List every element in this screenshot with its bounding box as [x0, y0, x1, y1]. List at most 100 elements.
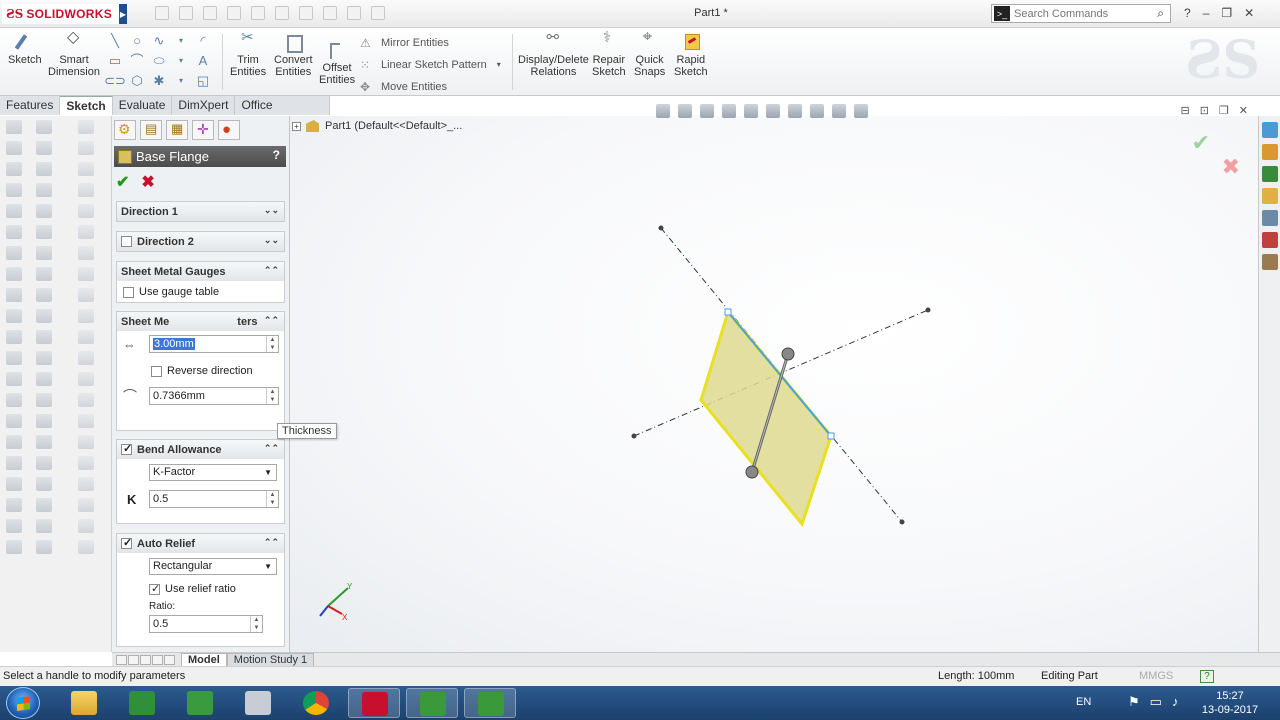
relief-type-select[interactable]: Rectangular ▼: [149, 557, 277, 575]
lofted-boss-icon[interactable]: [78, 183, 94, 197]
trim-entities-button[interactable]: Trim Entities: [230, 32, 266, 78]
edge-handle[interactable]: [724, 308, 732, 316]
use-gauge-table-checkbox[interactable]: [123, 286, 134, 298]
quick-tips-icon[interactable]: ?: [1200, 670, 1214, 683]
sketch-button[interactable]: Sketch: [8, 32, 42, 66]
fillet-icon[interactable]: [78, 330, 94, 344]
bend-allowance-header[interactable]: Bend Allowance ⌃⌃: [117, 440, 284, 459]
search-commands-box[interactable]: >_ ⌕: [991, 4, 1171, 23]
extruded-cut-icon[interactable]: [36, 162, 52, 176]
intersect-icon[interactable]: [78, 477, 94, 491]
convert-to-sheet-metal-icon[interactable]: [6, 141, 22, 155]
taskbar-app-2[interactable]: [116, 688, 168, 718]
corner-relief-icon[interactable]: [6, 372, 22, 386]
surface-icon[interactable]: [36, 540, 52, 554]
chevron-down-icon[interactable]: ▾: [170, 54, 192, 68]
polygon-icon[interactable]: ⬡: [126, 74, 148, 88]
display-manager-tab-icon[interactable]: [218, 120, 240, 140]
search-icon[interactable]: ⌕: [1157, 6, 1164, 21]
slot-icon[interactable]: ⊂⊃: [104, 74, 126, 88]
hem-icon[interactable]: [6, 225, 22, 239]
chevron-down-icon[interactable]: ⌄⌄: [264, 205, 279, 216]
tab-motion-study-1[interactable]: Motion Study 1: [226, 653, 315, 666]
chevron-down-icon[interactable]: ▾: [170, 74, 192, 88]
point-ref-icon[interactable]: [36, 477, 52, 491]
previous-tab-icon[interactable]: [128, 654, 139, 665]
chevron-up-icon[interactable]: ⌃⌃: [264, 537, 279, 548]
swept-cut-icon[interactable]: [78, 288, 94, 302]
spinner-arrows-icon[interactable]: ▲ ▼: [250, 616, 262, 632]
tab-model[interactable]: Model: [181, 653, 227, 666]
rebuild-icon[interactable]: [323, 6, 337, 20]
taskbar-camtasia-2[interactable]: [464, 688, 516, 718]
spinner-arrows-icon[interactable]: ▲ ▼: [266, 491, 278, 507]
reverse-direction-checkbox[interactable]: [151, 365, 162, 377]
minimize-icon[interactable]: –: [1203, 6, 1210, 20]
design-library-icon[interactable]: [1262, 166, 1278, 182]
extruded-cut-icon[interactable]: [78, 225, 94, 239]
appearances-icon[interactable]: [1262, 232, 1278, 248]
mirror-entities-button[interactable]: ⚠ Mirror Entities: [360, 32, 501, 54]
drag-handle-icon[interactable]: [745, 465, 759, 479]
bend-allowance-type-select[interactable]: K-Factor ▼: [149, 463, 277, 481]
bend-radius-input[interactable]: 0.7366mm ▲ ▼: [149, 387, 279, 405]
next-tab-icon[interactable]: [140, 654, 151, 665]
circle-icon[interactable]: ○: [126, 34, 148, 48]
tab-office-products[interactable]: Office Products: [235, 96, 330, 130]
solidworks-resources-icon[interactable]: [1262, 122, 1278, 138]
taskbar-app-3[interactable]: [174, 688, 226, 718]
base-flange-face[interactable]: [699, 308, 833, 528]
revolved-cut-icon[interactable]: [78, 267, 94, 281]
feature-manager-tab-icon[interactable]: [114, 120, 136, 140]
configuration-manager-tab-icon[interactable]: [166, 120, 188, 140]
direction1-header[interactable]: Direction 1 ⌄⌄: [117, 202, 284, 221]
dome-icon[interactable]: [78, 456, 94, 470]
tab-features[interactable]: Features: [0, 96, 61, 115]
coordinate-system-icon[interactable]: [36, 456, 52, 470]
help-icon[interactable]: ?: [1184, 6, 1191, 20]
jog-icon[interactable]: [6, 246, 22, 260]
rectangle-icon[interactable]: ▭: [104, 54, 126, 68]
reverse-direction-row[interactable]: Reverse direction: [117, 357, 284, 385]
rapid-sketch-button[interactable]: Rapid Sketch: [674, 32, 708, 78]
chevron-up-icon[interactable]: ⌃⌃: [264, 265, 279, 276]
use-relief-ratio-checkbox[interactable]: [149, 582, 160, 595]
model-preview[interactable]: [290, 116, 1258, 652]
curves-icon[interactable]: [78, 519, 94, 533]
linear-sketch-pattern-button[interactable]: ⁙ Linear Sketch Pattern ▾: [360, 54, 501, 76]
chevron-down-icon[interactable]: ▾: [170, 34, 192, 48]
file-explorer-icon[interactable]: [1262, 188, 1278, 204]
use-relief-ratio-row[interactable]: Use relief ratio: [117, 579, 284, 599]
scroll-more-icon[interactable]: [164, 654, 175, 665]
spline-icon[interactable]: ∿: [148, 34, 170, 48]
flatten-icon[interactable]: [6, 477, 22, 491]
linear-pattern-icon[interactable]: [36, 267, 52, 281]
welded-corner-icon[interactable]: [6, 330, 22, 344]
file-properties-icon[interactable]: [347, 6, 361, 20]
arc-icon[interactable]: ⌒: [126, 54, 148, 68]
move-body-icon[interactable]: [36, 372, 52, 386]
edge-handle[interactable]: [827, 432, 835, 440]
instant3d-icon[interactable]: [78, 540, 94, 554]
revolved-boss-icon[interactable]: [78, 141, 94, 155]
chamfer-icon[interactable]: [78, 351, 94, 365]
auto-relief-checkbox[interactable]: [121, 536, 132, 549]
reference-axis-icon[interactable]: [36, 435, 52, 449]
curve-icon[interactable]: [36, 498, 52, 512]
draft-icon[interactable]: [78, 393, 94, 407]
repair-sketch-button[interactable]: Repair Sketch: [592, 32, 626, 78]
reference-plane-icon[interactable]: [36, 414, 52, 428]
flag-icon[interactable]: ⚑: [1128, 694, 1140, 710]
use-gauge-table-row[interactable]: Use gauge table: [117, 281, 284, 303]
simple-hole-icon[interactable]: [6, 393, 22, 407]
smart-dimension-button[interactable]: Smart Dimension: [48, 32, 100, 78]
hole-wizard-icon[interactable]: [78, 246, 94, 260]
reference-geometry-icon[interactable]: [78, 498, 94, 512]
ratio-input[interactable]: 0.5 ▲ ▼: [149, 615, 263, 633]
chevron-down-icon[interactable]: ▾: [497, 54, 501, 76]
delete-body-icon[interactable]: [36, 393, 52, 407]
restore-icon[interactable]: ❐: [1221, 6, 1232, 20]
combine-icon[interactable]: [36, 351, 52, 365]
drag-handle-icon[interactable]: [781, 347, 795, 361]
spinner-arrows-icon[interactable]: ▲ ▼: [266, 336, 278, 352]
